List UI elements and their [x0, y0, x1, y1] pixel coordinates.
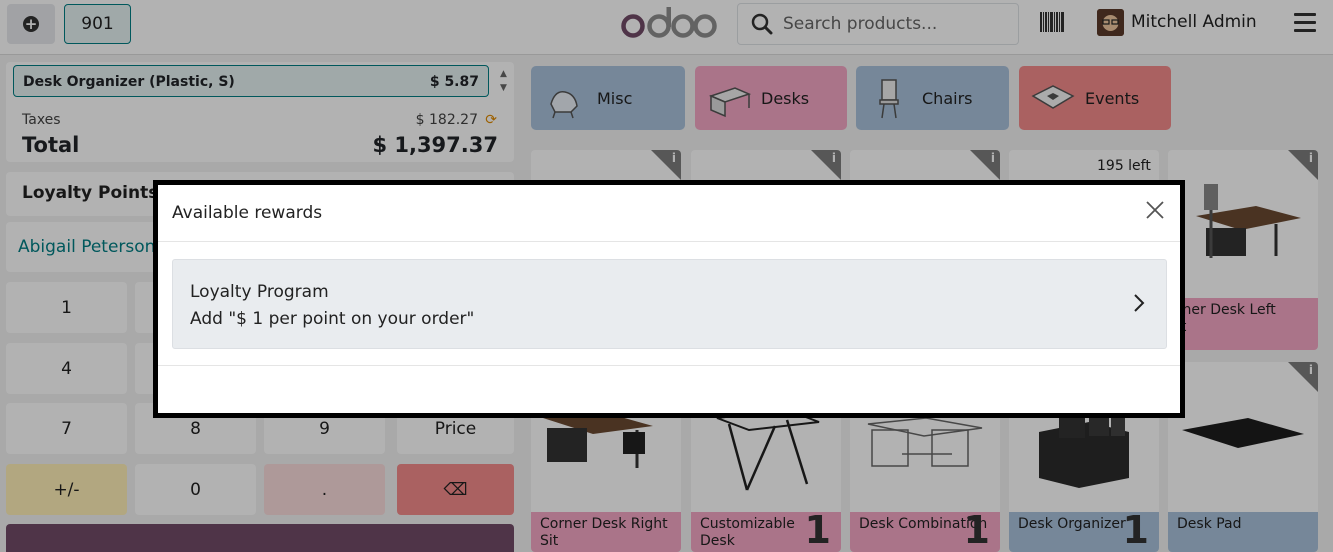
dialog-title: Available rewards: [172, 203, 323, 223]
chevron-right-icon: [1134, 294, 1145, 312]
dialog-footer: [158, 365, 1180, 366]
dialog-header: Available rewards: [158, 185, 1180, 242]
reward-title: Loyalty Program: [190, 282, 329, 302]
close-icon[interactable]: [1144, 199, 1166, 221]
reward-description: Add "$ 1 per point on your order": [190, 309, 475, 329]
reward-loyalty-program[interactable]: Loyalty Program Add "$ 1 per point on yo…: [172, 259, 1167, 349]
available-rewards-dialog: Available rewards Loyalty Program Add "$…: [153, 180, 1185, 418]
